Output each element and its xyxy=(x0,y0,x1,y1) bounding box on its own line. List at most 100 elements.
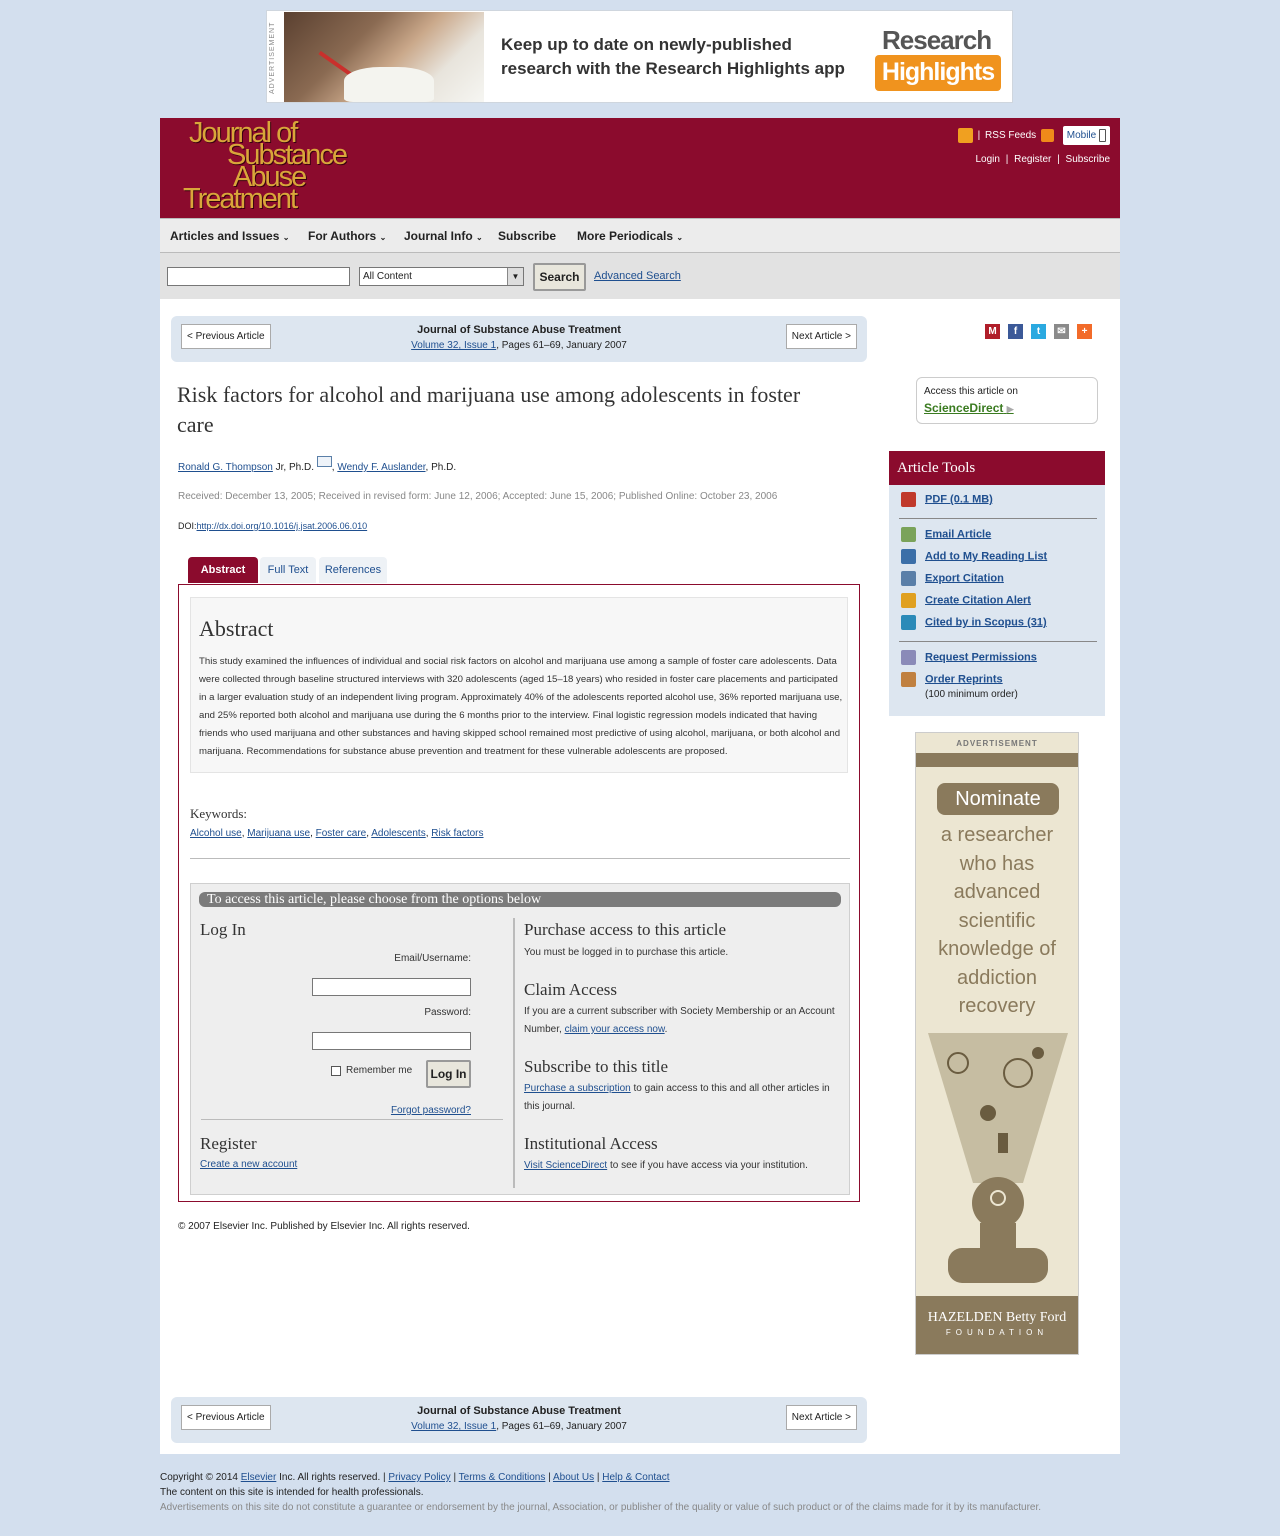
scopus-icon xyxy=(901,615,916,630)
about-us-link[interactable]: About Us xyxy=(553,1472,594,1483)
register-heading: Register xyxy=(200,1134,257,1153)
password-field[interactable] xyxy=(312,1032,471,1050)
main-nav: Articles and Issues ⌄ For Authors ⌄ Jour… xyxy=(160,218,1120,253)
reprints-note: (100 minimum order) xyxy=(925,689,1018,700)
purchase-subscription-link[interactable]: Purchase a subscription xyxy=(524,1083,631,1094)
create-account-link[interactable]: Create a new account xyxy=(200,1159,297,1170)
dropdown-arrow-icon[interactable]: ▼ xyxy=(507,268,523,285)
sciencedirect-box[interactable]: Access this article on ScienceDirect ▶ xyxy=(916,377,1098,424)
next-article-button[interactable]: Next Article > xyxy=(785,1405,857,1430)
login-link[interactable]: Login xyxy=(975,154,999,165)
email-author-icon[interactable] xyxy=(316,456,332,467)
keyword-link[interactable]: Alcohol use xyxy=(190,828,242,839)
article-title: Risk factors for alcohol and marijuana u… xyxy=(177,382,801,437)
abstract-heading: Abstract xyxy=(199,616,274,641)
nav-articles-issues[interactable]: Articles and Issues ⌄ xyxy=(170,229,289,243)
remember-me-checkbox[interactable] xyxy=(331,1066,341,1076)
doi: DOI:http://dx.doi.org/10.1016/j.jsat.200… xyxy=(178,521,367,531)
help-contact-link[interactable]: Help & Contact xyxy=(602,1472,669,1483)
purchase-heading: Purchase access to this article xyxy=(524,920,727,939)
journal-title: Journal of Substance Abuse Treatment xyxy=(417,324,621,336)
keywords-label: Keywords: xyxy=(190,806,248,821)
institutional-text: Visit ScienceDirect to see if you have a… xyxy=(524,1160,808,1171)
search-input[interactable] xyxy=(167,267,350,286)
email-label: Email/Username: xyxy=(394,953,471,964)
forgot-password-link[interactable]: Forgot password? xyxy=(391,1105,471,1116)
tab-references[interactable]: References xyxy=(319,557,387,583)
share-icons: Mf t ✉ + xyxy=(985,324,1100,339)
pages-info: , Pages 61–69, January 2007 xyxy=(496,340,627,351)
tool-pdf[interactable]: PDF (0.1 MB) xyxy=(901,492,993,507)
tool-reprints[interactable]: Order Reprints xyxy=(901,672,1003,687)
volume-issue-link[interactable]: Volume 32, Issue 1 xyxy=(411,340,496,351)
email-field[interactable] xyxy=(312,978,471,996)
claim-access-link[interactable]: claim your access now xyxy=(565,1024,665,1035)
ad-label: ADVERTISEMENT xyxy=(269,21,276,95)
elsevier-link[interactable]: Elsevier xyxy=(241,1472,277,1483)
terms-link[interactable]: Terms & Conditions xyxy=(459,1472,546,1483)
twitter-icon[interactable]: t xyxy=(1031,324,1046,339)
facebook-icon[interactable]: f xyxy=(1008,324,1023,339)
author-link[interactable]: Ronald G. Thompson xyxy=(178,462,273,473)
ad-brand-line1: Research xyxy=(882,25,992,55)
add-share-icon[interactable]: + xyxy=(1077,324,1092,339)
subscribe-link[interactable]: Subscribe xyxy=(1066,154,1110,165)
ad-photo xyxy=(284,12,484,102)
mobile-button[interactable]: Mobile xyxy=(1062,126,1110,145)
journal-title: Journal of Substance Abuse Treatment xyxy=(417,1405,621,1417)
keyword-link[interactable]: Adolescents xyxy=(371,828,425,839)
keyword-link[interactable]: Marijuana use xyxy=(247,828,310,839)
rss-link[interactable]: RSS Feeds xyxy=(985,130,1036,141)
tool-email-article[interactable]: Email Article xyxy=(901,527,991,542)
nav-for-authors[interactable]: For Authors ⌄ xyxy=(308,229,386,243)
tool-scopus[interactable]: Cited by in Scopus (31) xyxy=(901,615,1047,630)
tool-citation-alert[interactable]: Create Citation Alert xyxy=(901,593,1031,608)
article-nav-top: < Previous Article Journal of Substance … xyxy=(171,316,867,362)
doi-link[interactable]: http://dx.doi.org/10.1016/j.jsat.2006.06… xyxy=(197,521,368,531)
tool-permissions[interactable]: Request Permissions xyxy=(901,650,1037,665)
login-button[interactable]: Log In xyxy=(426,1060,471,1088)
home-icon[interactable] xyxy=(957,128,973,143)
advanced-search-link[interactable]: Advanced Search xyxy=(594,270,681,282)
nav-journal-info[interactable]: Journal Info ⌄ xyxy=(404,229,483,243)
visit-sciencedirect-link[interactable]: Visit ScienceDirect xyxy=(524,1160,607,1171)
volume-info: Volume 32, Issue 1, Pages 61–69, January… xyxy=(171,340,867,351)
privacy-policy-link[interactable]: Privacy Policy xyxy=(388,1472,450,1483)
pdf-icon xyxy=(901,492,916,507)
search-scope-select[interactable]: All Content ▼ xyxy=(359,267,524,286)
journal-logo[interactable]: Journal of Substance Abuse Treatment xyxy=(183,119,363,216)
article-tools-heading: Article Tools xyxy=(889,451,1105,485)
register-link[interactable]: Register xyxy=(1014,154,1051,165)
bell-icon xyxy=(901,593,916,608)
top-advertisement[interactable]: ADVERTISEMENT Keep up to date on newly-p… xyxy=(266,10,1013,103)
mendeley-icon[interactable]: M xyxy=(985,324,1000,339)
nav-subscribe[interactable]: Subscribe xyxy=(498,229,556,243)
author-link[interactable]: Wendy F. Auslander xyxy=(337,462,425,473)
search-bar: All Content ▼ Search Advanced Search xyxy=(160,253,1120,299)
ad-label: ADVERTISEMENT xyxy=(956,739,1038,748)
chevron-down-icon: ⌄ xyxy=(476,233,483,242)
search-button[interactable]: Search xyxy=(533,263,586,291)
ad-org-sub: FOUNDATION xyxy=(945,1328,1049,1337)
tab-abstract[interactable]: Abstract xyxy=(188,557,258,583)
author-suffix: , Ph.D. xyxy=(425,462,457,473)
phone-icon xyxy=(1099,129,1106,142)
tool-export-citation[interactable]: Export Citation xyxy=(901,571,1004,586)
publication-dates: Received: December 13, 2005; Received in… xyxy=(178,491,778,502)
footer-notice: The content on this site is intended for… xyxy=(160,1487,424,1498)
side-advertisement[interactable]: ADVERTISEMENT Nominate a researcher who h… xyxy=(915,732,1079,1355)
volume-issue-link[interactable]: Volume 32, Issue 1 xyxy=(411,1421,496,1432)
tab-full-text[interactable]: Full Text xyxy=(260,557,316,583)
rss-icon[interactable] xyxy=(1040,129,1054,142)
claim-heading: Claim Access xyxy=(524,980,618,999)
tool-reading-list[interactable]: Add to My Reading List xyxy=(901,549,1047,564)
subscribe-text: Purchase a subscription to gain access t… xyxy=(524,1083,830,1112)
keyword-link[interactable]: Risk factors xyxy=(431,828,483,839)
claim-text: If you are a current subscriber with Soc… xyxy=(524,1006,835,1035)
nav-more-periodicals[interactable]: More Periodicals ⌄ xyxy=(577,229,683,243)
keyword-link[interactable]: Foster care xyxy=(316,828,367,839)
site-header: Journal of Substance Abuse Treatment | R… xyxy=(160,118,1120,218)
sciencedirect-link[interactable]: ScienceDirect ▶ xyxy=(924,401,1014,415)
next-article-button[interactable]: Next Article > xyxy=(785,324,857,349)
email-share-icon[interactable]: ✉ xyxy=(1054,324,1069,339)
